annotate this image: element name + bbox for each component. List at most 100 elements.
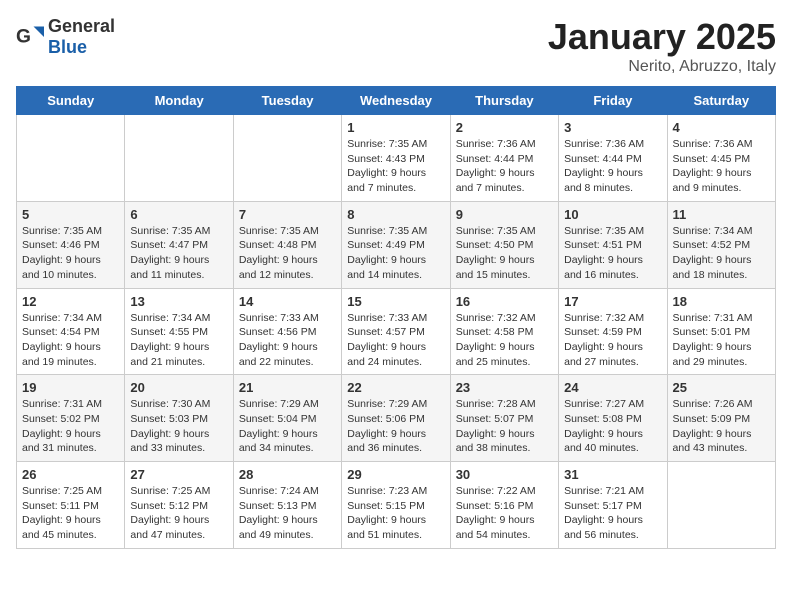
- day-number: 23: [456, 380, 553, 395]
- calendar-empty-cell: [233, 115, 341, 202]
- calendar-day-10: 10Sunrise: 7:35 AMSunset: 4:51 PMDayligh…: [559, 201, 667, 288]
- day-number: 18: [673, 294, 770, 309]
- day-info: Sunrise: 7:34 AMSunset: 4:55 PMDaylight:…: [130, 311, 227, 370]
- calendar-week-row: 19 Sunrise: 7:31 AMSunset: 5:02 PMDayligh…: [17, 375, 776, 462]
- calendar-day-5: 5 Sunrise: 7:35 AMSunset: 4:46 PMDaylight…: [17, 201, 125, 288]
- calendar-week-row: 1 Sunrise: 7:35 AMSunset: 4:43 PMDaylight…: [17, 115, 776, 202]
- calendar-empty-cell: [125, 115, 233, 202]
- calendar-day-29: 29 Sunrise: 7:23 AMSunset: 5:15 PMDayligh…: [342, 462, 450, 549]
- day-number: 8: [347, 207, 444, 222]
- day-info: Sunrise: 7:35 AMSunset: 4:43 PMDaylight:…: [347, 137, 444, 196]
- day-info: Sunrise: 7:27 AMSunset: 5:08 PMDaylight:…: [564, 397, 661, 456]
- calendar-day-4: 4 Sunrise: 7:36 AMSunset: 4:45 PMDaylight…: [667, 115, 775, 202]
- day-info: Sunrise: 7:21 AMSunset: 5:17 PMDaylight:…: [564, 484, 661, 543]
- day-number: 14: [239, 294, 336, 309]
- weekday-header-monday: Monday: [125, 87, 233, 115]
- day-number: 11: [673, 207, 770, 222]
- day-number: 3: [564, 120, 661, 135]
- calendar-day-9: 9 Sunrise: 7:35 AMSunset: 4:50 PMDaylight…: [450, 201, 558, 288]
- day-number: 4: [673, 120, 770, 135]
- day-info: Sunrise: 7:22 AMSunset: 5:16 PMDaylight:…: [456, 484, 553, 543]
- day-info: Sunrise: 7:35 AMSunset: 4:50 PMDaylight:…: [456, 224, 553, 283]
- day-info: Sunrise: 7:25 AMSunset: 5:12 PMDaylight:…: [130, 484, 227, 543]
- day-info: Sunrise: 7:29 AMSunset: 5:06 PMDaylight:…: [347, 397, 444, 456]
- day-info: Sunrise: 7:25 AMSunset: 5:11 PMDaylight:…: [22, 484, 119, 543]
- logo-general-text: General: [48, 16, 115, 36]
- calendar-day-28: 28 Sunrise: 7:24 AMSunset: 5:13 PMDayligh…: [233, 462, 341, 549]
- day-number: 9: [456, 207, 553, 222]
- day-info: Sunrise: 7:28 AMSunset: 5:07 PMDaylight:…: [456, 397, 553, 456]
- day-info: Sunrise: 7:31 AMSunset: 5:01 PMDaylight:…: [673, 311, 770, 370]
- day-number: 6: [130, 207, 227, 222]
- day-info: Sunrise: 7:35 AMSunset: 4:46 PMDaylight:…: [22, 224, 119, 283]
- day-number: 1: [347, 120, 444, 135]
- calendar-day-8: 8Sunrise: 7:35 AMSunset: 4:49 PMDaylight…: [342, 201, 450, 288]
- calendar-day-26: 26 Sunrise: 7:25 AMSunset: 5:11 PMDayligh…: [17, 462, 125, 549]
- day-number: 26: [22, 467, 119, 482]
- day-info: Sunrise: 7:35 AMSunset: 4:51 PMDaylight:…: [564, 224, 661, 283]
- calendar-day-19: 19 Sunrise: 7:31 AMSunset: 5:02 PMDayligh…: [17, 375, 125, 462]
- day-number: 2: [456, 120, 553, 135]
- weekday-header-saturday: Saturday: [667, 87, 775, 115]
- day-number: 12: [22, 294, 119, 309]
- day-number: 22: [347, 380, 444, 395]
- calendar-day-14: 14 Sunrise: 7:33 AMSunset: 4:56 PMDayligh…: [233, 288, 341, 375]
- calendar-empty-cell: [17, 115, 125, 202]
- svg-text:G: G: [16, 26, 31, 47]
- day-number: 28: [239, 467, 336, 482]
- calendar-empty-cell: [667, 462, 775, 549]
- calendar-day-27: 27 Sunrise: 7:25 AMSunset: 5:12 PMDayligh…: [125, 462, 233, 549]
- day-number: 27: [130, 467, 227, 482]
- day-info: Sunrise: 7:23 AMSunset: 5:15 PMDaylight:…: [347, 484, 444, 543]
- calendar-day-24: 24 Sunrise: 7:27 AMSunset: 5:08 PMDayligh…: [559, 375, 667, 462]
- weekday-header-friday: Friday: [559, 87, 667, 115]
- page-header: G General Blue January 2025 Nerito, Abru…: [16, 16, 776, 76]
- weekday-header-thursday: Thursday: [450, 87, 558, 115]
- day-info: Sunrise: 7:36 AMSunset: 4:45 PMDaylight:…: [673, 137, 770, 196]
- day-number: 21: [239, 380, 336, 395]
- day-info: Sunrise: 7:32 AMSunset: 4:59 PMDaylight:…: [564, 311, 661, 370]
- day-info: Sunrise: 7:30 AMSunset: 5:03 PMDaylight:…: [130, 397, 227, 456]
- calendar-day-30: 30 Sunrise: 7:22 AMSunset: 5:16 PMDayligh…: [450, 462, 558, 549]
- calendar-day-22: 22 Sunrise: 7:29 AMSunset: 5:06 PMDayligh…: [342, 375, 450, 462]
- day-info: Sunrise: 7:24 AMSunset: 5:13 PMDaylight:…: [239, 484, 336, 543]
- day-number: 25: [673, 380, 770, 395]
- day-info: Sunrise: 7:33 AMSunset: 4:56 PMDaylight:…: [239, 311, 336, 370]
- day-number: 31: [564, 467, 661, 482]
- day-number: 7: [239, 207, 336, 222]
- day-info: Sunrise: 7:32 AMSunset: 4:58 PMDaylight:…: [456, 311, 553, 370]
- calendar-day-6: 6 Sunrise: 7:35 AMSunset: 4:47 PMDaylight…: [125, 201, 233, 288]
- calendar-day-15: 15 Sunrise: 7:33 AMSunset: 4:57 PMDayligh…: [342, 288, 450, 375]
- day-number: 30: [456, 467, 553, 482]
- calendar-day-7: 7 Sunrise: 7:35 AMSunset: 4:48 PMDaylight…: [233, 201, 341, 288]
- day-info: Sunrise: 7:35 AMSunset: 4:48 PMDaylight:…: [239, 224, 336, 283]
- day-number: 5: [22, 207, 119, 222]
- day-number: 13: [130, 294, 227, 309]
- day-number: 17: [564, 294, 661, 309]
- month-title: January 2025: [548, 16, 776, 58]
- weekday-header-wednesday: Wednesday: [342, 87, 450, 115]
- location-title: Nerito, Abruzzo, Italy: [548, 58, 776, 76]
- calendar-week-row: 5 Sunrise: 7:35 AMSunset: 4:46 PMDaylight…: [17, 201, 776, 288]
- day-info: Sunrise: 7:35 AMSunset: 4:47 PMDaylight:…: [130, 224, 227, 283]
- day-number: 16: [456, 294, 553, 309]
- day-info: Sunrise: 7:36 AMSunset: 4:44 PMDaylight:…: [564, 137, 661, 196]
- calendar-day-1: 1 Sunrise: 7:35 AMSunset: 4:43 PMDaylight…: [342, 115, 450, 202]
- day-info: Sunrise: 7:34 AMSunset: 4:52 PMDaylight:…: [673, 224, 770, 283]
- calendar-day-18: 18 Sunrise: 7:31 AMSunset: 5:01 PMDayligh…: [667, 288, 775, 375]
- day-info: Sunrise: 7:33 AMSunset: 4:57 PMDaylight:…: [347, 311, 444, 370]
- title-area: January 2025 Nerito, Abruzzo, Italy: [548, 16, 776, 76]
- logo-blue-text: Blue: [48, 37, 87, 57]
- day-number: 29: [347, 467, 444, 482]
- weekday-header-tuesday: Tuesday: [233, 87, 341, 115]
- calendar-day-23: 23 Sunrise: 7:28 AMSunset: 5:07 PMDayligh…: [450, 375, 558, 462]
- calendar-day-12: 12Sunrise: 7:34 AMSunset: 4:54 PMDayligh…: [17, 288, 125, 375]
- day-info: Sunrise: 7:31 AMSunset: 5:02 PMDaylight:…: [22, 397, 119, 456]
- calendar-day-25: 25Sunrise: 7:26 AMSunset: 5:09 PMDayligh…: [667, 375, 775, 462]
- day-number: 19: [22, 380, 119, 395]
- day-number: 24: [564, 380, 661, 395]
- calendar-day-16: 16 Sunrise: 7:32 AMSunset: 4:58 PMDayligh…: [450, 288, 558, 375]
- weekday-header-row: SundayMondayTuesdayWednesdayThursdayFrid…: [17, 87, 776, 115]
- calendar-day-2: 2Sunrise: 7:36 AMSunset: 4:44 PMDaylight…: [450, 115, 558, 202]
- day-number: 15: [347, 294, 444, 309]
